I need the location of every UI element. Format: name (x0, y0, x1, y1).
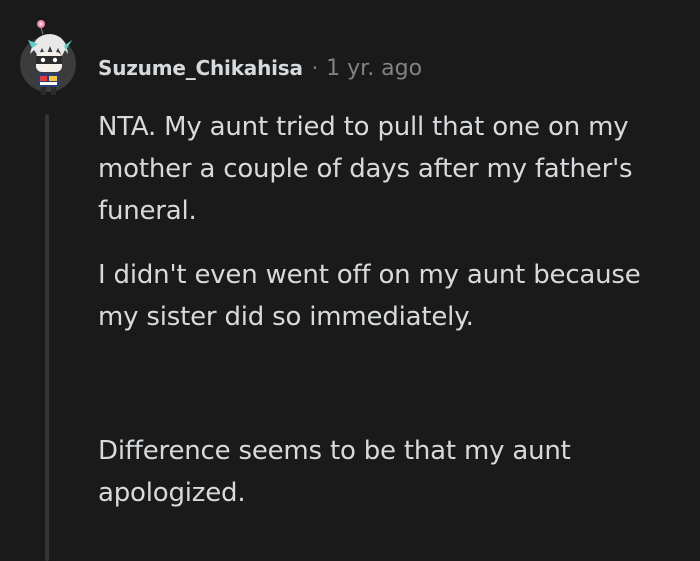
user-avatar-icon[interactable] (18, 18, 78, 98)
comment-paragraph: Difference seems to be that my aunt apol… (98, 436, 571, 508)
comment-paragraph: I didn't even went off on my aunt becaus… (98, 260, 641, 332)
author-username[interactable]: Suzume_Chikahisa (98, 56, 303, 80)
comment-meta: Suzume_Chikahisa · 1 yr. ago (98, 52, 422, 84)
comment-page: Suzume_Chikahisa · 1 yr. ago NTA. My aun… (0, 0, 700, 561)
comment-body: NTA. My aunt tried to pull that one on m… (98, 106, 683, 514)
comment-timestamp[interactable]: 1 yr. ago (326, 56, 422, 81)
thread-collapse-line[interactable] (45, 114, 49, 561)
comment-paragraph: NTA. My aunt tried to pull that one on m… (98, 112, 633, 226)
meta-separator: · (311, 56, 319, 80)
